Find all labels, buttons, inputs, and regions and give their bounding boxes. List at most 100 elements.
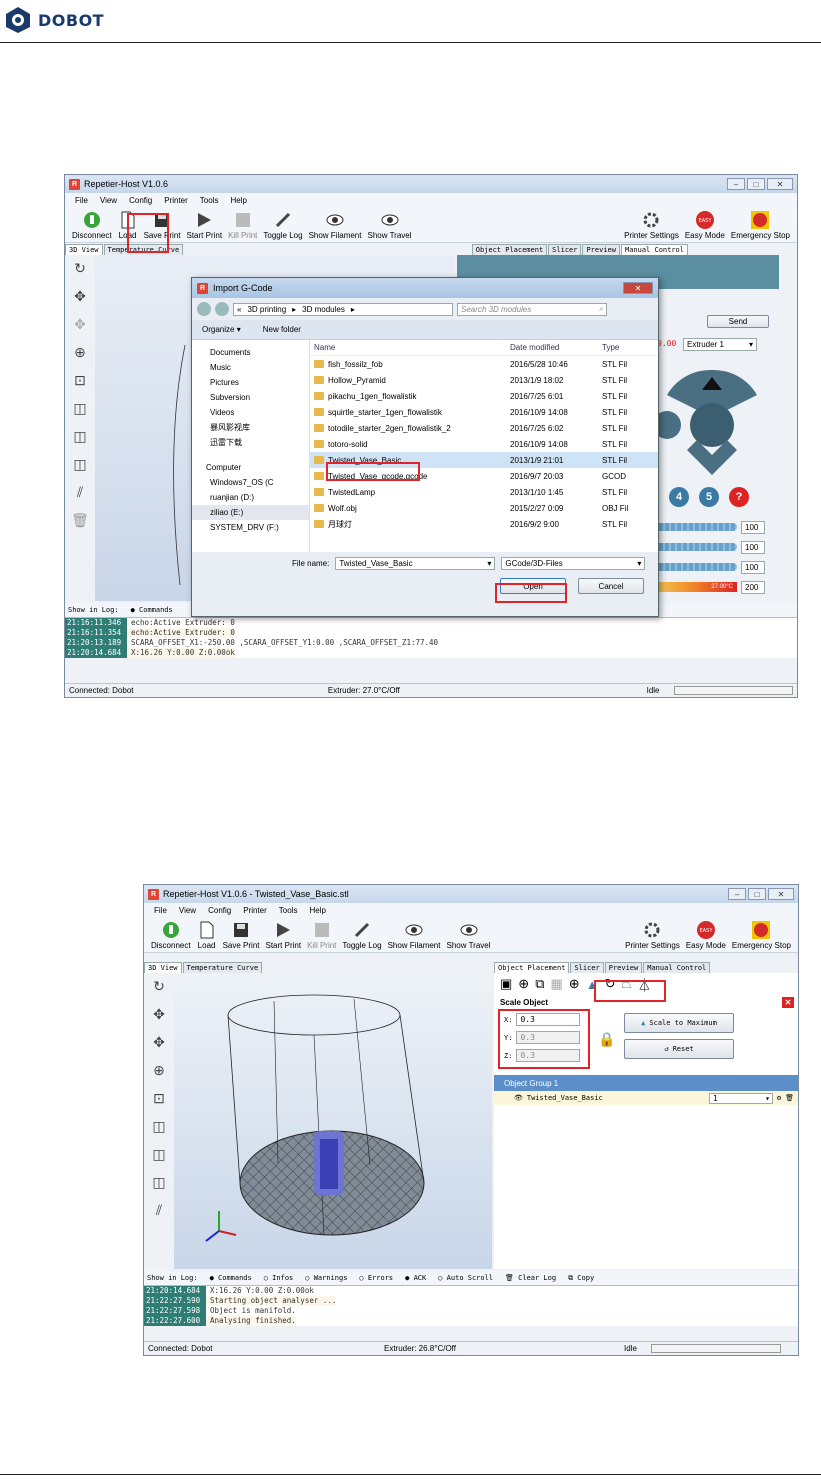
- cancel-button[interactable]: Cancel: [578, 578, 644, 594]
- save-print-button[interactable]: Save Print: [220, 920, 263, 950]
- emergency-stop-button[interactable]: Emergency Stop: [728, 210, 793, 240]
- autoplace-icon[interactable]: ▦: [551, 976, 563, 992]
- move-icon[interactable]: ✥: [71, 287, 89, 305]
- show-filament-button[interactable]: Show Filament: [385, 920, 444, 950]
- easy-mode-button[interactable]: EASY Easy Mode: [682, 210, 728, 240]
- clear-log-button[interactable]: 🗑 Clear Log: [505, 1274, 556, 1282]
- file-row[interactable]: Hollow_Pyramid 2013/1/9 18:02 STL Fil: [310, 372, 658, 388]
- save-icon[interactable]: ▣: [500, 976, 512, 992]
- file-row[interactable]: 月球灯 2016/9/2 9:00 STL Fil: [310, 516, 658, 532]
- speed-slider[interactable]: [647, 523, 737, 531]
- load-button[interactable]: Load: [194, 920, 220, 950]
- parallel-icon[interactable]: ⫽: [71, 483, 89, 501]
- object-row[interactable]: 👁 Twisted_Vase_Basic 1 ▾ ⚙ 🗑: [494, 1091, 798, 1105]
- back-icon[interactable]: [197, 302, 211, 316]
- flow-value[interactable]: 100: [741, 540, 765, 554]
- log-option-warnings[interactable]: ○ Warnings: [305, 1274, 347, 1282]
- reset-button[interactable]: ↺ Reset: [624, 1039, 734, 1059]
- minimize-button[interactable]: –: [727, 178, 745, 190]
- cube-top-icon[interactable]: ◫: [71, 427, 89, 445]
- filetype-select[interactable]: GCode/3D-Files ▾: [501, 556, 646, 570]
- log-option-commands[interactable]: ● Commands: [131, 606, 173, 614]
- menu-printer[interactable]: Printer: [164, 196, 188, 205]
- cube-front-icon[interactable]: ◫: [71, 399, 89, 417]
- col-type[interactable]: Type: [598, 343, 638, 352]
- tree-item[interactable]: Documents: [192, 344, 309, 360]
- kill-print-button[interactable]: Kill Print: [225, 210, 260, 240]
- close-scale-icon[interactable]: ✕: [782, 996, 794, 1008]
- trash-icon[interactable]: 🗑: [71, 511, 89, 529]
- minimize-button[interactable]: –: [728, 888, 746, 900]
- breadcrumb[interactable]: « 3D printing ▸ 3D modules ▸: [233, 302, 453, 316]
- kill-print-button[interactable]: Kill Print: [304, 920, 339, 950]
- maximize-button[interactable]: □: [747, 178, 765, 190]
- log-option-infos[interactable]: ○ Infos: [264, 1274, 294, 1282]
- menu-view[interactable]: View: [100, 196, 117, 205]
- tab-object-placement[interactable]: Object Placement: [471, 244, 548, 255]
- tree-item[interactable]: Videos: [192, 405, 309, 420]
- zoom-icon[interactable]: ⊕: [150, 1061, 168, 1079]
- col-date[interactable]: Date modified: [506, 343, 598, 352]
- printer-settings-button[interactable]: Printer Settings: [622, 920, 683, 950]
- settings-icon[interactable]: ⚙: [777, 1094, 781, 1102]
- help-button[interactable]: ?: [729, 487, 749, 507]
- log-option-ack[interactable]: ● ACK: [405, 1274, 426, 1282]
- copy-log-button[interactable]: ⧉ Copy: [568, 1274, 594, 1283]
- file-row[interactable]: squirtle_starter_1gen_flowalistik 2016/10…: [310, 404, 658, 420]
- fit-view-icon[interactable]: ⊡: [150, 1089, 168, 1107]
- tree-item[interactable]: 暴风影视库: [192, 420, 309, 435]
- organize-button[interactable]: Organize ▾: [202, 325, 241, 334]
- copy-object-icon[interactable]: ⧉: [535, 976, 544, 992]
- temp-slider[interactable]: 27.00°C: [647, 582, 737, 592]
- flow-slider[interactable]: [647, 543, 737, 551]
- rotate-icon[interactable]: ↻: [150, 977, 168, 995]
- tree-item[interactable]: Music: [192, 360, 309, 375]
- add-object-icon[interactable]: ⊕: [518, 976, 529, 992]
- delete-icon[interactable]: 🗑: [785, 1094, 794, 1102]
- toggle-log-button[interactable]: Toggle Log: [260, 210, 305, 240]
- fan-value[interactable]: 100: [741, 560, 765, 574]
- tree-item[interactable]: Computer: [192, 460, 309, 475]
- dialog-close-button[interactable]: ✕: [623, 282, 653, 294]
- forward-icon[interactable]: [215, 302, 229, 316]
- cube-side-icon[interactable]: ◫: [71, 455, 89, 473]
- tree-item[interactable]: Pictures: [192, 375, 309, 390]
- show-travel-button[interactable]: Show Travel: [364, 210, 414, 240]
- fig2-3d-view[interactable]: ↻ ✥ ✥ ⊕ ⊡ ◫ ◫ ◫ ⫽: [144, 973, 492, 1269]
- file-row[interactable]: totodile_starter_2gen_flowalistik_2 2016/…: [310, 420, 658, 436]
- file-row[interactable]: fish_fossilz_fob 2016/5/28 10:46 STL Fil: [310, 356, 658, 372]
- temp-value[interactable]: 200: [741, 580, 765, 594]
- disconnect-button[interactable]: Disconnect: [148, 920, 194, 950]
- move-object-icon[interactable]: ✥: [150, 1033, 168, 1051]
- menu-help[interactable]: Help: [309, 906, 325, 915]
- file-row[interactable]: TwistedLamp 2013/1/10 1:45 STL Fil: [310, 484, 658, 500]
- rotate-icon[interactable]: ↻: [71, 259, 89, 277]
- file-row[interactable]: totoro-solid 2016/10/9 14:08 STL Fil: [310, 436, 658, 452]
- parallel-icon[interactable]: ⫽: [150, 1201, 168, 1219]
- cube-top-icon[interactable]: ◫: [150, 1145, 168, 1163]
- move-object-icon[interactable]: ✥: [71, 315, 89, 333]
- show-filament-button[interactable]: Show Filament: [306, 210, 365, 240]
- visibility-icon[interactable]: 👁: [514, 1094, 523, 1102]
- button-4[interactable]: 4: [669, 487, 689, 507]
- extruder-select[interactable]: Extruder 1 ▾: [683, 338, 757, 351]
- menu-config[interactable]: Config: [208, 906, 231, 915]
- speed-value[interactable]: 100: [741, 520, 765, 534]
- menu-config[interactable]: Config: [129, 196, 152, 205]
- easy-mode-button[interactable]: EASY Easy Mode: [683, 920, 729, 950]
- filename-input[interactable]: Twisted_Vase_Basic ▾: [335, 556, 496, 570]
- jog-control[interactable]: [657, 365, 767, 475]
- tab-preview[interactable]: Preview: [582, 244, 620, 255]
- tree-item[interactable]: ziliao (E:): [192, 505, 309, 520]
- menu-tools[interactable]: Tools: [279, 906, 298, 915]
- tab-3d-view[interactable]: 3D View: [144, 962, 182, 973]
- scale-to-maximum-button[interactable]: ▲ Scale to Maximum: [624, 1013, 734, 1033]
- tree-item[interactable]: 迅雷下载: [192, 435, 309, 450]
- printer-settings-button[interactable]: Printer Settings: [621, 210, 682, 240]
- tab-slicer[interactable]: Slicer: [548, 244, 582, 255]
- send-button[interactable]: Send: [707, 315, 769, 328]
- object-group-header[interactable]: Object Group 1: [494, 1075, 798, 1091]
- move-icon[interactable]: ✥: [150, 1005, 168, 1023]
- button-5[interactable]: 5: [699, 487, 719, 507]
- menu-printer[interactable]: Printer: [243, 906, 267, 915]
